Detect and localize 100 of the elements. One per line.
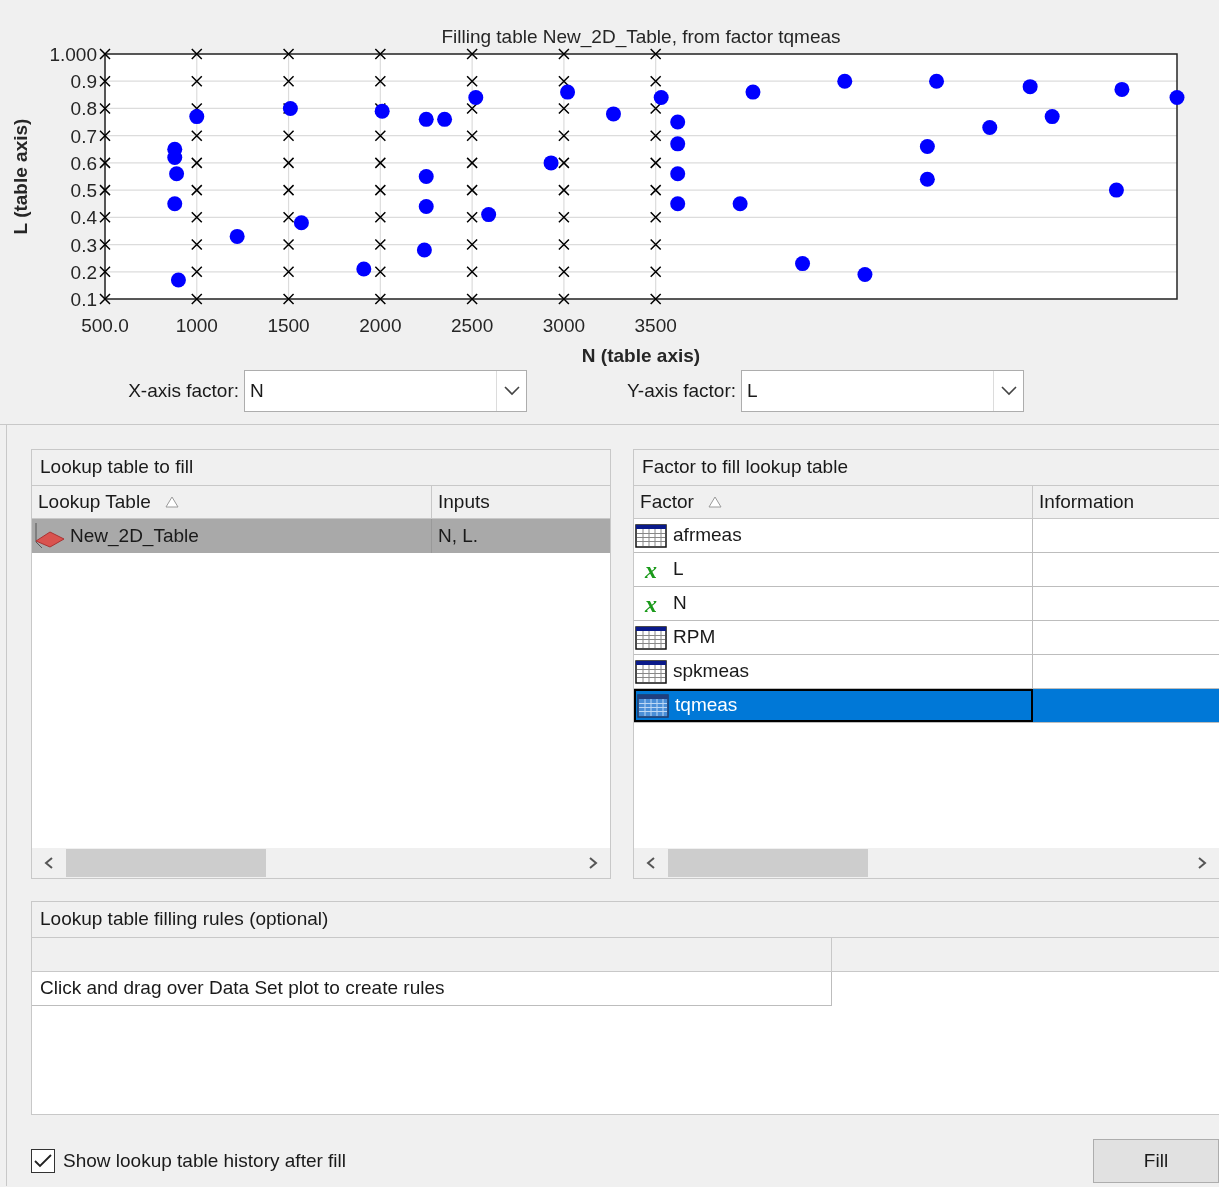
table-cell-text: RPM <box>673 625 716 650</box>
cross-marker <box>649 129 662 142</box>
table-row[interactable]: afrmeas <box>634 519 1219 553</box>
cross-marker <box>466 184 478 196</box>
data-point <box>795 256 811 272</box>
cross-marker <box>99 102 111 115</box>
data-point <box>670 136 686 152</box>
data-point <box>169 166 185 182</box>
cross-marker <box>466 266 478 278</box>
cross-marker <box>558 211 570 224</box>
y-tick-label: 0.5 <box>70 180 97 202</box>
factor-dropdown[interactable]: N <box>244 370 527 412</box>
cross-marker <box>374 48 387 60</box>
data-point <box>670 196 686 212</box>
data-point <box>481 207 497 223</box>
cross-marker <box>466 129 478 142</box>
cross-marker <box>99 211 111 224</box>
cross-marker <box>558 184 570 196</box>
cross-marker <box>191 129 203 142</box>
table-row[interactable]: RPM <box>634 621 1219 655</box>
data-point <box>919 171 935 187</box>
cross-marker <box>649 238 662 251</box>
cross-marker <box>466 48 478 60</box>
data-point <box>560 84 576 100</box>
cross-marker <box>466 293 478 305</box>
y-tick-label: 0.1 <box>70 289 97 310</box>
table-row[interactable]: tqmeas <box>634 689 1219 723</box>
table-cell-text: tqmeas <box>675 693 738 718</box>
table-icon <box>637 693 670 718</box>
cross-marker <box>466 211 478 224</box>
cross-marker <box>99 157 111 169</box>
column-header[interactable]: Inputs <box>432 486 611 519</box>
cross-marker <box>466 157 478 169</box>
cross-marker <box>649 184 662 196</box>
column-header[interactable]: Lookup Table <box>32 486 432 519</box>
fill-button[interactable]: Fill <box>1093 1139 1219 1183</box>
table-cell-text: L <box>673 557 684 582</box>
table-row[interactable]: New_2D_Table N, L. <box>32 519 611 553</box>
factor-dropdown[interactable]: L <box>741 370 1024 412</box>
table-row[interactable]: spkmeas <box>634 655 1219 689</box>
scrollbar-thumb[interactable] <box>668 849 869 877</box>
lookup-table-icon <box>32 522 66 550</box>
data-point <box>468 90 484 106</box>
cross-marker <box>99 129 111 142</box>
data-point <box>1044 109 1060 125</box>
data-point <box>732 196 748 212</box>
x-axis-label: N (table axis) <box>581 345 701 366</box>
table-row[interactable]: x L <box>634 553 1219 587</box>
cross-marker <box>191 238 203 251</box>
y-tick-label: 0.9 <box>70 71 97 93</box>
data-point <box>543 155 559 171</box>
cross-marker <box>649 75 662 87</box>
y-tick-label: 0.4 <box>70 207 97 229</box>
cross-marker <box>99 266 111 278</box>
cross-marker <box>191 293 203 305</box>
x-tick-label: 1000 <box>175 315 218 336</box>
x-tick-label: 3000 <box>542 315 586 336</box>
chevron-down-icon <box>1000 386 1017 396</box>
cross-marker <box>649 293 662 305</box>
cross-marker <box>191 211 203 224</box>
cross-marker <box>649 157 662 169</box>
data-point <box>1108 182 1124 198</box>
rules-hint: Click and drag over Data Set plot to create rules <box>40 976 445 1001</box>
cross-marker <box>558 75 570 87</box>
data-point <box>170 272 186 288</box>
data-point <box>745 84 761 100</box>
cross-marker <box>374 184 387 196</box>
column-header[interactable]: Information <box>1033 486 1219 519</box>
cross-marker <box>99 184 111 196</box>
data-point <box>167 196 183 212</box>
data-point <box>1169 90 1185 106</box>
checkbox[interactable] <box>31 1149 55 1173</box>
checkmark-icon <box>34 1154 52 1168</box>
cross-marker <box>466 75 478 87</box>
cross-marker <box>558 266 570 278</box>
cross-marker <box>374 211 387 224</box>
horizontal-scrollbar[interactable] <box>634 848 1219 878</box>
cross-marker <box>466 238 478 251</box>
data-point <box>356 261 372 277</box>
x-tick-label: 2000 <box>359 315 402 336</box>
cross-marker <box>282 48 295 60</box>
table-row[interactable]: x N <box>634 587 1219 621</box>
variable-icon: x <box>635 591 668 616</box>
cross-marker <box>649 48 662 60</box>
y-tick-label: 0.8 <box>70 98 97 120</box>
cross-marker <box>649 102 662 115</box>
cross-marker <box>99 75 111 87</box>
data-point <box>653 90 669 106</box>
cross-marker <box>282 211 295 224</box>
cross-marker <box>374 75 387 87</box>
data-point <box>1022 79 1038 95</box>
chart-title: Filling table New_2D_Table, from factor tqmeas <box>441 26 841 47</box>
checkbox-label: Show lookup table history after fill <box>63 1148 347 1173</box>
horizontal-scrollbar[interactable] <box>32 848 611 878</box>
y-tick-label: 0.7 <box>70 125 97 147</box>
y-tick-label: 0.2 <box>70 261 97 283</box>
column-header[interactable]: Factor <box>634 486 1034 519</box>
scrollbar-thumb[interactable] <box>66 849 266 877</box>
cross-marker <box>558 157 570 169</box>
data-point <box>189 109 205 125</box>
